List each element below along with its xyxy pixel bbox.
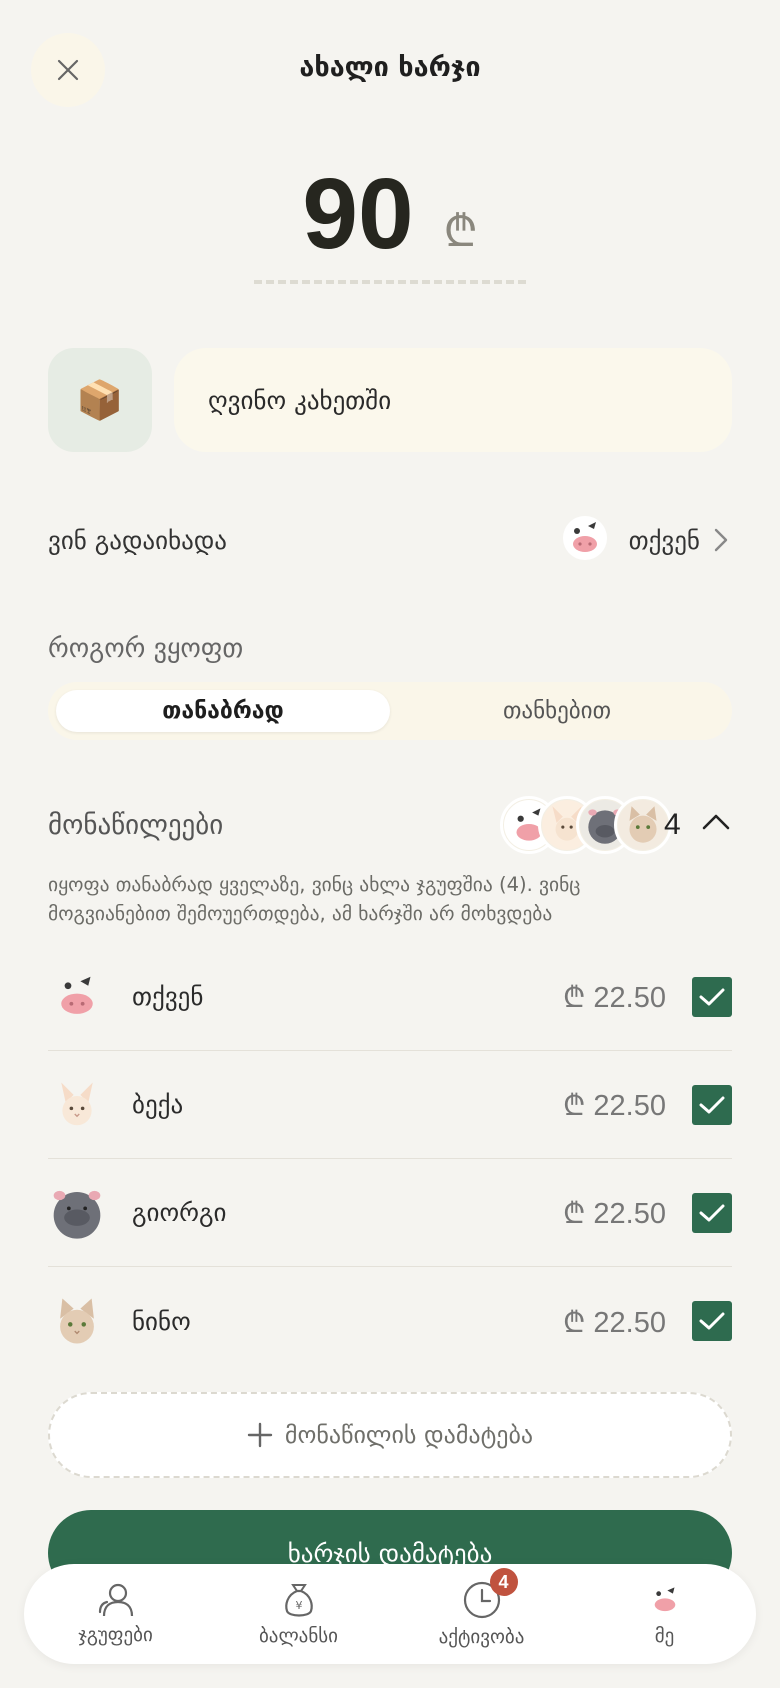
chevron-right-icon — [714, 528, 728, 552]
participant-checkbox[interactable] — [692, 976, 732, 1017]
participant-checkbox[interactable] — [692, 1084, 732, 1125]
category-button[interactable]: 📦 — [48, 348, 152, 452]
participants-avatar-stack[interactable] — [500, 796, 672, 856]
split-label: როგორ ვყოფთ — [48, 634, 244, 664]
participant-amount: ₾ 22.50 — [563, 1198, 666, 1230]
split-option-equal[interactable]: თანაბრად — [56, 690, 390, 732]
amount-underline — [254, 280, 526, 284]
participant-row[interactable]: გიორგი ₾ 22.50 — [48, 1159, 732, 1267]
svg-text:¥: ¥ — [295, 1599, 302, 1612]
amount-display[interactable]: 90 ₾ — [0, 158, 780, 270]
check-icon — [699, 1312, 725, 1330]
nav-item-groups[interactable]: ჯგუფები — [24, 1564, 207, 1664]
hippo-avatar — [48, 1184, 106, 1242]
payer-avatar — [561, 514, 609, 566]
cow-avatar — [48, 968, 106, 1026]
participant-name: თქვენ — [132, 982, 204, 1011]
users-icon — [98, 1583, 133, 1617]
participant-row[interactable]: თქვენ ₾ 22.50 — [48, 943, 732, 1051]
cat-avatar — [48, 1292, 106, 1350]
cow-avatar-icon — [562, 516, 607, 560]
participant-name: ნინო — [132, 1306, 191, 1336]
amount-value: 90 — [302, 158, 414, 270]
nav-label-groups: ჯგუფები — [78, 1624, 153, 1646]
plus-icon — [247, 1422, 273, 1448]
nav-label-activity: აქტივობა — [438, 1626, 525, 1648]
add-participant-label: მონაწილის დამატება — [284, 1421, 534, 1449]
check-icon — [699, 1096, 725, 1113]
nav-label-balance: ბალანსი — [258, 1625, 339, 1647]
participant-checkbox[interactable] — [692, 1192, 732, 1233]
participant-amount: ₾ 22.50 — [563, 982, 666, 1014]
rabbit-avatar — [48, 1076, 106, 1134]
nav-item-me[interactable]: მე — [573, 1564, 756, 1664]
money-bag-icon: ¥ — [284, 1584, 313, 1617]
page-title: ახალი ხარჯი — [299, 52, 481, 83]
chevron-up-icon[interactable] — [702, 812, 730, 830]
package-icon: 📦 — [76, 377, 124, 422]
payer-label: ვინ გადაიხადა — [48, 526, 227, 555]
participants-label: მონაწილეები — [48, 810, 224, 841]
description-input[interactable]: ღვინო კახეთში — [174, 348, 732, 452]
split-option-amounts[interactable]: თანხებით — [390, 690, 724, 732]
bottom-nav: ჯგუფები ¥ ბალანსი 4 აქტივობა მე — [24, 1564, 756, 1664]
nav-label-me: მე — [654, 1625, 675, 1647]
nav-item-activity[interactable]: 4 აქტივობა — [390, 1564, 573, 1664]
participant-name: გიორგი — [132, 1198, 227, 1227]
participant-amount: ₾ 22.50 — [563, 1090, 666, 1122]
nav-item-balance[interactable]: ¥ ბალანსი — [207, 1564, 390, 1664]
currency-symbol: ₾ — [443, 206, 478, 257]
activity-badge: 4 — [489, 1568, 518, 1596]
participant-amount: ₾ 22.50 — [563, 1306, 666, 1339]
cow-avatar-icon — [654, 1587, 675, 1612]
participant-checkbox[interactable] — [692, 1301, 732, 1341]
add-participant-button[interactable]: მონაწილის დამატება — [48, 1392, 732, 1478]
check-icon — [699, 988, 725, 1005]
split-note: იყოფა თანაბრად ყველაზე, ვინც ახლა ჯგუფში… — [48, 873, 581, 925]
participant-name: ბექა — [132, 1090, 184, 1119]
check-icon — [699, 1204, 725, 1221]
split-toggle: თანაბრად თანხებით — [48, 682, 732, 740]
payer-name: თქვენ — [628, 525, 700, 555]
participants-count: 4 — [664, 808, 681, 841]
description-value: ღვინო კახეთში — [208, 385, 392, 415]
participant-row[interactable]: ბექა ₾ 22.50 — [48, 1051, 732, 1159]
participant-row[interactable]: ნინო ₾ 22.50 — [48, 1267, 732, 1375]
payer-selector[interactable]: თქვენ — [561, 512, 728, 568]
